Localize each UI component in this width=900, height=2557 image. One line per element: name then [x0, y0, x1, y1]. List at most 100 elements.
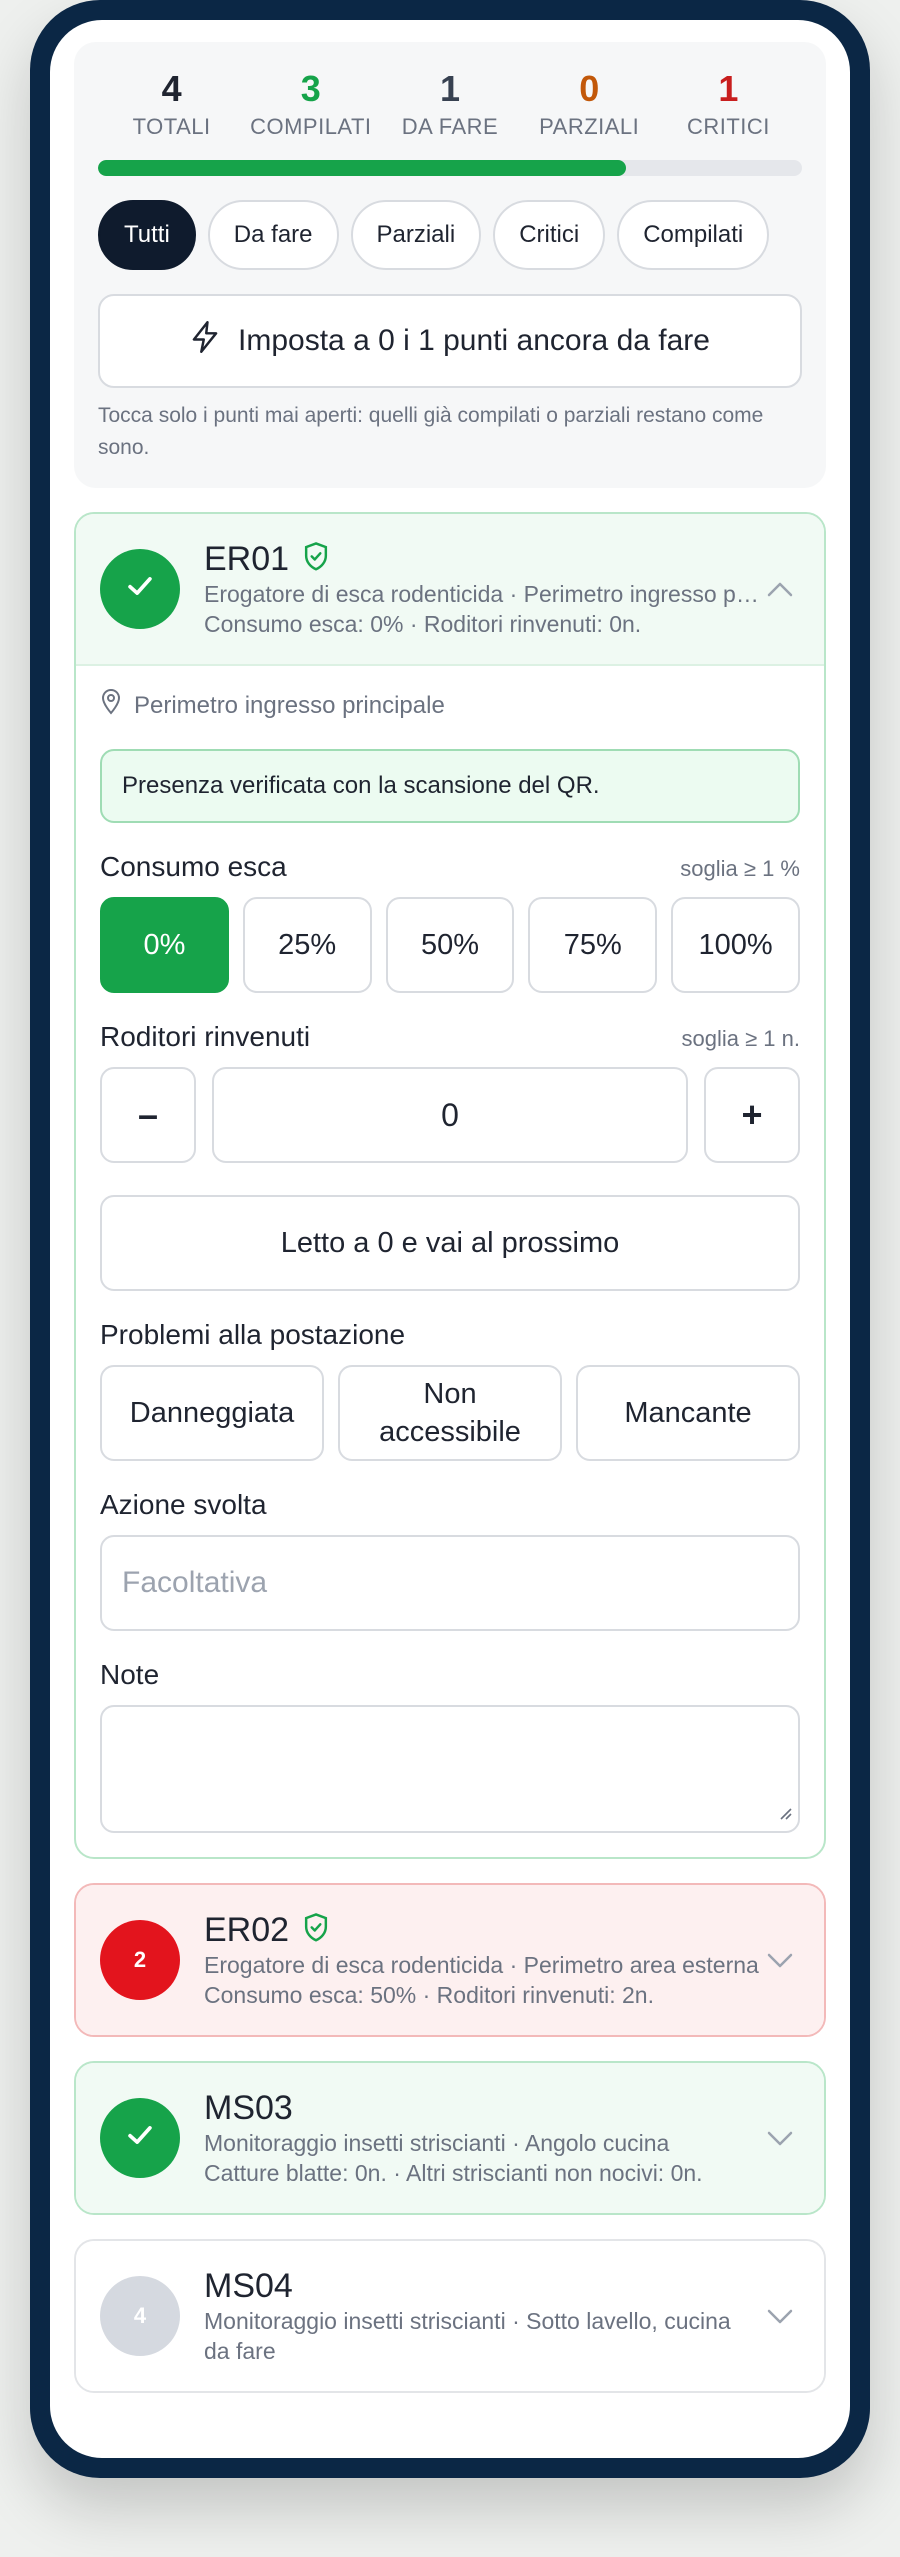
lightning-icon — [190, 321, 220, 361]
filter-chip-critical[interactable]: Critici — [493, 200, 606, 270]
rodents-label: Roditori rinvenuti — [100, 1021, 311, 1052]
stat-critical-value: 1 — [718, 68, 739, 109]
bait-option-25[interactable]: 25% — [242, 897, 372, 993]
stat-todo-value: 1 — [439, 68, 461, 109]
chevron-down-icon[interactable] — [760, 2307, 800, 2325]
point-code-row: ER01 — [204, 540, 760, 579]
stat-critical-label: CRITICI — [686, 114, 770, 139]
point-code: ER01 — [204, 539, 290, 578]
point-code-row: ER02 — [204, 1911, 760, 1950]
app-screen: 4 TOTALI 3 COMPILATI 1 DA FARE 0 PARZIAL… — [50, 20, 850, 2458]
point-code-row: MS04 — [204, 2267, 760, 2306]
critical-badge: 2 — [100, 1920, 180, 2000]
bait-consumption-options: 0% 25% 50% 75% 100% — [100, 897, 800, 993]
chevron-up-icon[interactable] — [760, 580, 800, 598]
filter-chip-completed[interactable]: Compilati — [617, 200, 770, 270]
bait-option-0[interactable]: 0% — [100, 897, 229, 993]
point-readings: Catture blatte: 0n. · Altri striscianti … — [204, 2159, 703, 2186]
problem-damaged-button[interactable]: Danneggiata — [100, 1365, 324, 1461]
point-readings: Consumo esca: 50% · Roditori rinvenuti: … — [204, 1981, 654, 2008]
read-zero-next-button[interactable]: Letto a 0 e vai al prossimo — [100, 1195, 800, 1291]
stat-total-value: 4 — [161, 68, 182, 109]
increment-button[interactable]: + — [704, 1067, 800, 1163]
point-summary: ER02 Erogatore di esca rodenticida · Per… — [204, 1911, 760, 2010]
problem-options: Danneggiata Non accessibile Mancante — [100, 1365, 800, 1461]
point-status: da fare — [204, 2337, 276, 2364]
point-code: MS03 — [204, 2088, 293, 2127]
action-label: Azione svolta — [100, 1489, 267, 1520]
point-card-er02[interactable]: 2 ER02 Erogatore di esca rodenticida · P… — [74, 1883, 826, 2037]
point-code: MS04 — [204, 2266, 293, 2305]
map-pin-icon — [100, 688, 122, 723]
done-badge — [100, 2098, 180, 2178]
stat-partial-value: 0 — [579, 68, 600, 109]
location-row: Perimetro ingresso principale — [100, 688, 800, 723]
bait-consumption-header: Consumo esca soglia ≥ 1 % — [100, 851, 800, 883]
rodents-count-input[interactable]: 0 — [212, 1067, 688, 1163]
stat-completed-value: 3 — [300, 68, 321, 109]
bulk-hint: Tocca solo i punti mai aperti: quelli gi… — [98, 404, 764, 459]
stat-partial-label: PARZIALI — [539, 114, 640, 139]
rodents-stepper: – 0 + — [100, 1067, 800, 1163]
shield-check-icon — [301, 1912, 331, 1949]
notes-label: Note — [100, 1659, 160, 1690]
point-description: Erogatore di esca rodenticida · Perimetr… — [204, 580, 760, 607]
point-code-row: MS03 — [204, 2089, 760, 2128]
point-card-header[interactable]: MS03 Monitoraggio insetti striscianti · … — [76, 2063, 824, 2213]
problem-missing-button[interactable]: Mancante — [576, 1365, 800, 1461]
point-summary: MS03 Monitoraggio insetti striscianti · … — [204, 2089, 760, 2188]
rodents-threshold: soglia ≥ 1 n. — [681, 1026, 800, 1051]
progress-bar-fill — [98, 160, 626, 176]
stat-total-label: TOTALI — [132, 114, 211, 139]
screen-content: 4 TOTALI 3 COMPILATI 1 DA FARE 0 PARZIAL… — [74, 42, 826, 2393]
point-summary: MS04 Monitoraggio insetti striscianti · … — [204, 2267, 760, 2366]
point-description: Monitoraggio insetti striscianti · Sotto… — [204, 2307, 731, 2334]
point-description: Monitoraggio insetti striscianti · Angol… — [204, 2129, 670, 2156]
notes-textarea[interactable] — [100, 1705, 800, 1833]
point-card-er01: ER01 Erogatore di esca rodenticida · Per… — [74, 512, 826, 1859]
stat-total: 4 TOTALI — [102, 68, 241, 140]
bait-threshold: soglia ≥ 1 % — [680, 856, 800, 881]
summary-panel: 4 TOTALI 3 COMPILATI 1 DA FARE 0 PARZIAL… — [74, 42, 826, 488]
problem-not-accessible-label: Non accessibile — [379, 1378, 521, 1448]
bait-option-75[interactable]: 75% — [528, 897, 658, 993]
problem-not-accessible-button[interactable]: Non accessibile — [338, 1365, 562, 1461]
point-card-header[interactable]: 4 MS04 Monitoraggio insetti striscianti … — [76, 2241, 824, 2391]
chevron-down-icon[interactable] — [760, 1951, 800, 1969]
bait-option-50[interactable]: 50% — [385, 897, 515, 993]
filter-chip-partial[interactable]: Parziali — [350, 200, 482, 270]
stat-partial: 0 PARZIALI — [520, 68, 659, 140]
notes-header: Note — [100, 1659, 800, 1691]
stats-row: 4 TOTALI 3 COMPILATI 1 DA FARE 0 PARZIAL… — [98, 68, 802, 140]
filter-chip-all[interactable]: Tutti — [98, 200, 196, 270]
resize-handle-icon[interactable] — [778, 1806, 792, 1825]
shield-check-icon — [301, 541, 331, 578]
action-input[interactable]: Facoltativa — [100, 1535, 800, 1631]
stat-completed: 3 COMPILATI — [241, 68, 380, 140]
location-text: Perimetro ingresso principale — [134, 691, 445, 719]
point-card-header[interactable]: ER01 Erogatore di esca rodenticida · Per… — [76, 514, 824, 664]
chevron-down-icon[interactable] — [760, 2129, 800, 2147]
qr-verified-banner: Presenza verificata con la scansione del… — [100, 749, 800, 823]
device-frame: 4 TOTALI 3 COMPILATI 1 DA FARE 0 PARZIAL… — [30, 0, 870, 2478]
point-summary: ER01 Erogatore di esca rodenticida · Per… — [204, 540, 760, 639]
stat-todo-label: DA FARE — [401, 114, 499, 139]
point-description: Erogatore di esca rodenticida · Perimetr… — [204, 1951, 759, 1978]
problems-label: Problemi alla postazione — [100, 1319, 406, 1350]
set-remaining-zero-button[interactable]: Imposta a 0 i 1 punti ancora da fare — [98, 294, 802, 388]
stat-todo: 1 DA FARE — [380, 68, 519, 140]
progress-bar — [98, 160, 802, 176]
action-header: Azione svolta — [100, 1489, 800, 1521]
point-card-ms03[interactable]: MS03 Monitoraggio insetti striscianti · … — [74, 2061, 826, 2215]
rodents-header: Roditori rinvenuti soglia ≥ 1 n. — [100, 1021, 800, 1053]
bait-option-100[interactable]: 100% — [671, 897, 800, 993]
point-card-header[interactable]: 2 ER02 Erogatore di esca rodenticida · P… — [76, 1885, 824, 2035]
bait-consumption-label: Consumo esca — [100, 851, 287, 882]
problems-header: Problemi alla postazione — [100, 1319, 800, 1351]
filter-chip-todo[interactable]: Da fare — [207, 200, 339, 270]
point-card-ms04[interactable]: 4 MS04 Monitoraggio insetti striscianti … — [74, 2239, 826, 2393]
stat-critical: 1 CRITICI — [659, 68, 798, 140]
done-badge — [100, 549, 180, 629]
decrement-button[interactable]: – — [100, 1067, 196, 1163]
todo-badge: 4 — [100, 2276, 180, 2356]
